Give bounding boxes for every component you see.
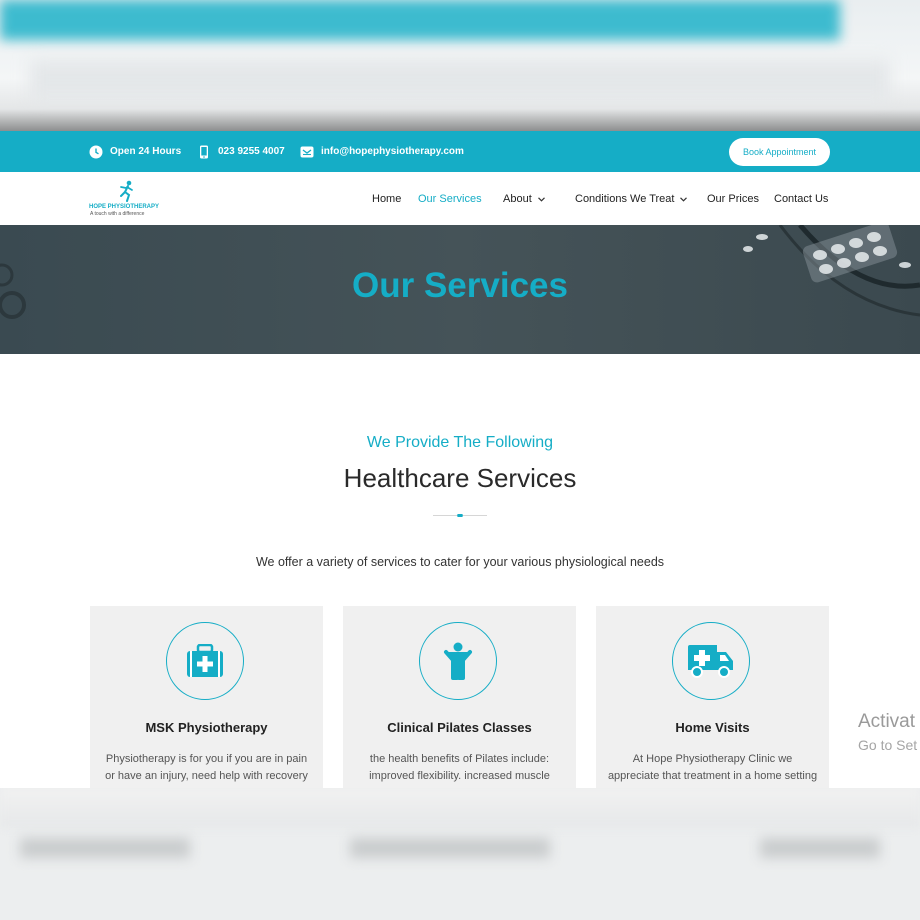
nav-services-label: Our Services <box>418 193 482 205</box>
card-title: MSK Physiotherapy <box>145 720 268 735</box>
nav-item-conditions[interactable]: Conditions We Treat <box>575 193 688 205</box>
nav-about-label: About <box>503 193 532 205</box>
logo-tagline: A touch with a difference <box>90 211 145 217</box>
site-logo[interactable]: HOPE PHYSIOTHERAPY A touch with a differ… <box>89 180 169 220</box>
activation-watermark-subtitle: Go to Set <box>858 737 918 753</box>
nav-item-about[interactable]: About <box>503 193 545 205</box>
nav-item-home[interactable]: Home <box>372 193 401 205</box>
card-title: Home Visits <box>675 720 750 735</box>
activation-watermark-title: Activat <box>858 711 916 732</box>
nav-prices-label: Our Prices <box>707 193 759 205</box>
email-text: info@hopephysiotherapy.com <box>321 146 464 157</box>
medical-kit-icon <box>187 644 223 677</box>
ambulance-icon <box>688 645 733 678</box>
nav-home-label: Home <box>372 193 402 205</box>
icon-circle <box>419 622 497 700</box>
nav-contact-label: Contact Us <box>774 193 829 205</box>
card-title: Clinical Pilates Classes <box>387 720 532 735</box>
blurred-header-region <box>0 0 920 131</box>
section-intro: We offer a variety of services to cater … <box>255 555 665 569</box>
service-card-home-visits[interactable]: Home Visits At Hope Physiotherapy Clinic… <box>596 606 829 806</box>
icon-circle <box>166 622 244 700</box>
envelope-icon <box>300 146 314 157</box>
nav-item-prices[interactable]: Our Prices <box>707 193 759 205</box>
service-card-pilates[interactable]: Clinical Pilates Classes the health bene… <box>343 606 576 806</box>
hours-text: Open 24 Hours <box>110 146 182 157</box>
chevron-down-icon <box>680 196 688 202</box>
nav-conditions-label: Conditions We Treat <box>575 193 675 205</box>
nav-item-our-services[interactable]: Our Services <box>418 193 482 205</box>
logo-brand-text: HOPE PHYSIOTHERAPY <box>89 204 160 210</box>
icon-circle <box>672 622 750 700</box>
person-icon <box>444 642 472 680</box>
title-divider <box>433 514 487 517</box>
page-title: Our Services <box>352 266 568 305</box>
runner-logo-icon <box>120 180 133 202</box>
email-info[interactable]: info@hopephysiotherapy.com <box>300 131 464 172</box>
chevron-down-icon <box>537 196 545 202</box>
phone-icon <box>200 145 208 158</box>
blurred-footer-region <box>0 788 920 920</box>
hours-info: Open 24 Hours <box>89 131 181 172</box>
clock-icon <box>89 145 103 158</box>
card-text: the health benefits of Pilates include: … <box>369 753 550 782</box>
section-title: Healthcare Services <box>343 463 577 493</box>
section-subtitle: We Provide The Following <box>366 434 554 451</box>
nav-item-contact[interactable]: Contact Us <box>774 193 828 205</box>
service-card-msk[interactable]: MSK Physiotherapy Physiotherapy is for y… <box>90 606 323 806</box>
phone-text: 023 9255 4007 <box>218 146 285 157</box>
book-appointment-button[interactable]: Book Appointment <box>729 138 830 166</box>
phone-info[interactable]: 023 9255 4007 <box>197 131 285 172</box>
